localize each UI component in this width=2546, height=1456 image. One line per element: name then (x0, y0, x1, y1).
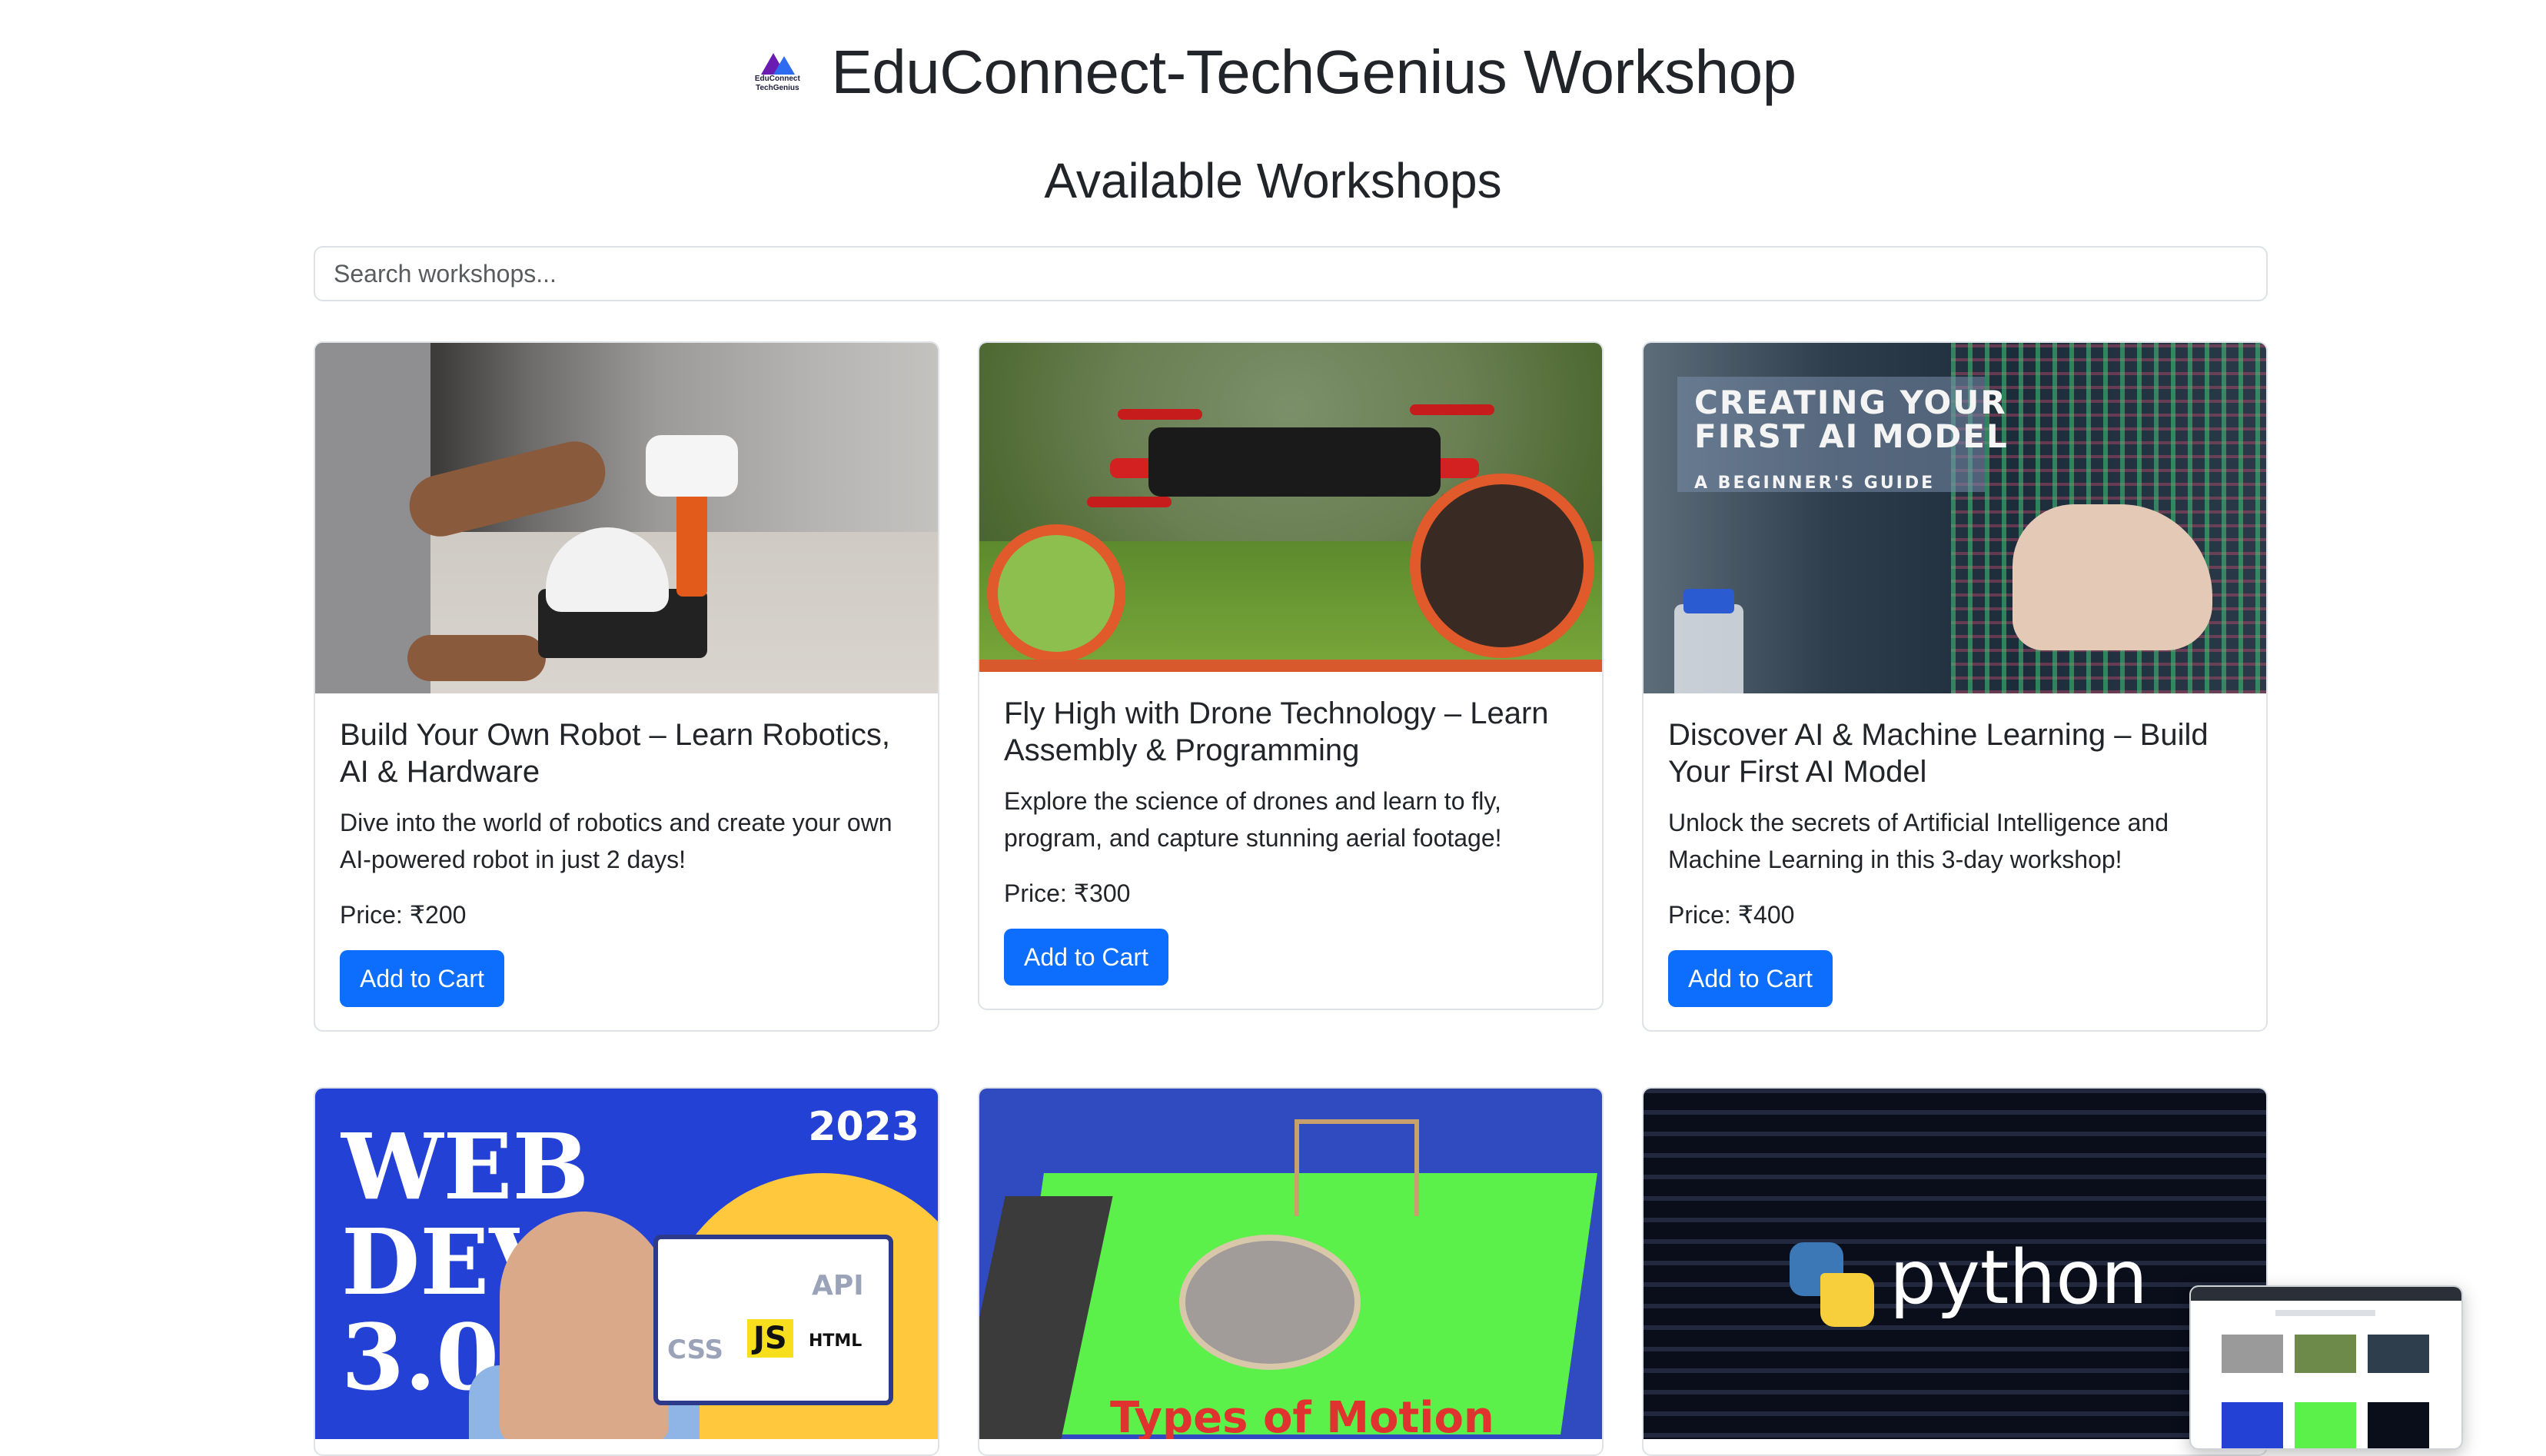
workshop-price: Price: ₹200 (340, 899, 913, 930)
add-to-cart-button[interactable]: Add to Cart (340, 950, 504, 1007)
image-text-web: WEB (341, 1113, 590, 1220)
workshop-card-motion: Types of Motion (978, 1087, 1604, 1456)
price-value: ₹300 (1073, 879, 1131, 907)
workshop-title: Build Your Own Robot – Learn Robotics, A… (340, 718, 890, 789)
section-title: Available Workshops (1044, 153, 1502, 208)
page: EduConnect TechGenius EduConnect-TechGen… (0, 0, 2546, 1456)
workshop-price: Price: ₹300 (1004, 878, 1577, 909)
workshop-description: Explore the science of drones and learn … (1004, 787, 1502, 852)
price-value: ₹400 (1737, 901, 1795, 929)
python-image: python (1644, 1089, 2266, 1439)
price-label: Price: (340, 901, 403, 929)
workshop-card-webdev: WEB DEV 3.0 2023 CSS JS API HTML (314, 1087, 939, 1456)
card-body: Fly High with Drone Technology – Learn A… (979, 672, 1602, 1009)
workshop-description: Unlock the secrets of Artificial Intelli… (1668, 809, 2169, 873)
site-header: EduConnect TechGenius EduConnect-TechGen… (0, 34, 2546, 111)
price-value: ₹200 (409, 901, 467, 929)
workshop-card-ai: CREATING YOUR FIRST AI MODEL A BEGINNER'S… (1642, 341, 2268, 1032)
site-title: EduConnect-TechGenius Workshop (831, 38, 1796, 106)
image-text-python: python (1890, 1235, 2148, 1321)
workshop-price: Price: ₹400 (1668, 899, 2242, 930)
workshop-card-robotics: Build Your Own Robot – Learn Robotics, A… (314, 341, 939, 1032)
card-body: Build Your Own Robot – Learn Robotics, A… (315, 693, 938, 1030)
js-tag: JS (747, 1319, 793, 1358)
image-caption-line1: CREATING YOUR (1694, 384, 2007, 421)
add-to-cart-button[interactable]: Add to Cart (1668, 950, 1833, 1007)
api-tag: API (812, 1270, 864, 1301)
workshop-title: Discover AI & Machine Learning – Build Y… (1668, 718, 2209, 789)
css-tag: CSS (667, 1335, 724, 1365)
image-caption-line2: FIRST AI MODEL (1694, 417, 2009, 455)
workshop-card-python: python (1642, 1087, 2268, 1456)
logo-text-line2: TechGenius (756, 84, 799, 92)
add-to-cart-button[interactable]: Add to Cart (1004, 929, 1168, 986)
html-tag: HTML (809, 1331, 863, 1351)
robot-image (315, 343, 938, 693)
workshop-card-drone: Fly High with Drone Technology – Learn A… (978, 341, 1604, 1010)
image-text-motion: Types of Motion (1110, 1393, 1494, 1439)
brand-logo[interactable]: EduConnect TechGenius (750, 45, 805, 100)
ai-image: CREATING YOUR FIRST AI MODEL A BEGINNER'S… (1644, 343, 2266, 693)
logo-mark-icon (758, 52, 796, 75)
image-year: 2023 (808, 1104, 919, 1150)
python-logo-icon (1790, 1242, 1874, 1327)
drone-image (979, 343, 1602, 672)
price-label: Price: (1004, 879, 1067, 907)
workshop-description: Dive into the world of robotics and crea… (340, 809, 892, 873)
motion-image: Types of Motion (979, 1089, 1602, 1439)
logo-text-line1: EduConnect (754, 75, 800, 83)
price-label: Price: (1668, 901, 1731, 929)
workshop-title: Fly High with Drone Technology – Learn A… (1004, 696, 1549, 767)
search-input[interactable] (314, 246, 2268, 301)
web-dev-image: WEB DEV 3.0 2023 CSS JS API HTML (315, 1089, 938, 1439)
image-caption-line3: A BEGINNER'S GUIDE (1694, 474, 1936, 493)
screenshot-thumbnail[interactable] (2189, 1285, 2463, 1450)
card-body: Discover AI & Machine Learning – Build Y… (1644, 693, 2266, 1030)
